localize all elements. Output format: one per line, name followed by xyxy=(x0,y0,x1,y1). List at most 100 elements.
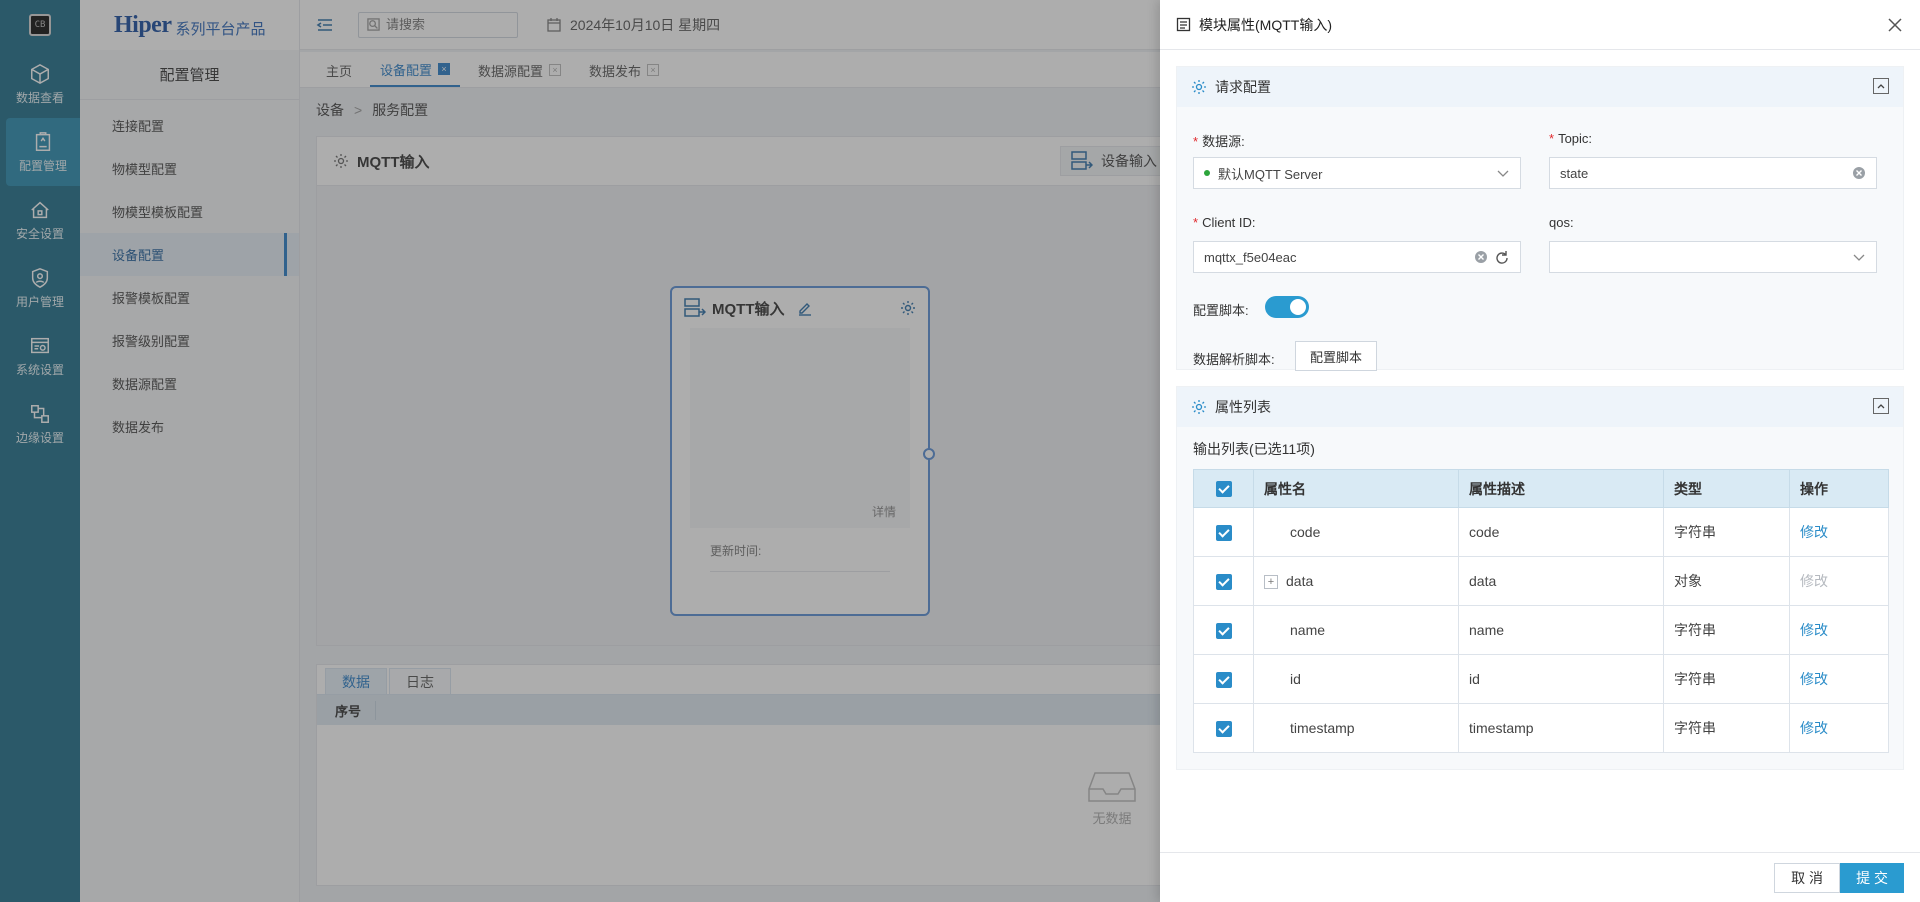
row-checkbox[interactable] xyxy=(1215,671,1232,688)
refresh-icon[interactable] xyxy=(1494,250,1510,266)
qos-select[interactable] xyxy=(1549,241,1877,273)
client-id-input[interactable]: mqttx_f5e04eac xyxy=(1193,241,1521,273)
attr-desc-cell: id xyxy=(1458,654,1664,704)
edit-link[interactable]: 修改 xyxy=(1800,524,1828,540)
attr-type-cell: 字符串 xyxy=(1663,703,1790,753)
attr-name-cell: code xyxy=(1253,507,1459,557)
action-cell: 修改 xyxy=(1789,507,1889,557)
clear-icon[interactable] xyxy=(1852,166,1866,180)
submit-button[interactable]: 提 交 xyxy=(1840,863,1904,893)
datasource-label: * 数据源: xyxy=(1193,131,1245,150)
gear-icon xyxy=(1192,80,1206,94)
cancel-button[interactable]: 取 消 xyxy=(1774,863,1840,893)
card-header: 属性列表 xyxy=(1177,387,1903,427)
action-cell: 修改 xyxy=(1789,556,1889,606)
drawer-title: 模块属性(MQTT输入) xyxy=(1199,16,1332,33)
datasource-value: 默认MQTT Server xyxy=(1218,166,1323,182)
drawer-header: 模块属性(MQTT输入) xyxy=(1160,0,1920,50)
required-mark: * xyxy=(1193,134,1199,149)
attr-name-cell: id xyxy=(1253,654,1459,704)
expand-icon[interactable]: + xyxy=(1264,575,1278,590)
row-select-cell xyxy=(1193,654,1254,704)
attr-name-cell: name xyxy=(1253,605,1459,655)
row-select-cell xyxy=(1193,556,1254,606)
card-title: 请求配置 xyxy=(1215,79,1271,95)
attr-desc-cell: code xyxy=(1458,507,1664,557)
modal-overlay[interactable] xyxy=(0,0,1160,902)
gear-icon xyxy=(1192,400,1206,414)
datasource-select[interactable]: 默认MQTT Server xyxy=(1193,157,1521,189)
card-title: 属性列表 xyxy=(1215,399,1271,415)
attr-name-cell: timestamp xyxy=(1253,703,1459,753)
row-select-cell xyxy=(1193,507,1254,557)
select-all-checkbox[interactable] xyxy=(1215,481,1232,498)
qos-label: qos: xyxy=(1549,215,1574,230)
chevron-down-icon xyxy=(1497,170,1509,177)
output-list: 输出列表(已选11项) 属性名 属性描述 类型 操作 code code 字符串… xyxy=(1177,427,1903,769)
label-text: Topic: xyxy=(1558,131,1593,146)
action-cell: 修改 xyxy=(1789,605,1889,655)
chevron-up-icon xyxy=(1877,404,1885,409)
request-config-form: * 数据源: 默认MQTT Server * Topic: state * Clien… xyxy=(1177,107,1903,371)
collapse-button[interactable] xyxy=(1873,78,1889,94)
drawer-footer: 取 消 提 交 xyxy=(1160,852,1920,902)
table-row: + data data 对象 修改 xyxy=(1193,556,1889,606)
topic-input[interactable]: state xyxy=(1549,157,1877,189)
client-id-value: mqttx_f5e04eac xyxy=(1204,249,1297,265)
table-header-row: 属性名 属性描述 类型 操作 xyxy=(1193,469,1889,508)
chevron-up-icon xyxy=(1877,84,1885,89)
parse-script-label: 数据解析脚本: xyxy=(1193,352,1275,367)
edit-link[interactable]: 修改 xyxy=(1800,720,1828,736)
action-cell: 修改 xyxy=(1789,654,1889,704)
module-properties-drawer: 模块属性(MQTT输入) 请求配置 * 数据源: 默认MQTT Server * T… xyxy=(1160,0,1920,902)
attr-desc-cell: timestamp xyxy=(1458,703,1664,753)
edit-link-disabled: 修改 xyxy=(1800,573,1828,589)
table-row: code code 字符串 修改 xyxy=(1193,507,1889,557)
attribute-table: 属性名 属性描述 类型 操作 code code 字符串 修改 + data d… xyxy=(1193,469,1889,753)
row-select-cell xyxy=(1193,605,1254,655)
configure-script-button[interactable]: 配置脚本 xyxy=(1295,341,1378,371)
column-header-select xyxy=(1193,469,1254,508)
column-header-description: 属性描述 xyxy=(1458,469,1664,508)
collapse-button[interactable] xyxy=(1873,398,1889,414)
clear-icon[interactable] xyxy=(1474,250,1488,264)
document-icon xyxy=(1176,17,1191,32)
row-checkbox[interactable] xyxy=(1215,622,1232,639)
required-mark: * xyxy=(1193,215,1199,230)
topic-label: * Topic: xyxy=(1549,131,1592,146)
attr-type-cell: 字符串 xyxy=(1663,507,1790,557)
table-row: timestamp timestamp 字符串 修改 xyxy=(1193,703,1889,753)
topic-value: state xyxy=(1560,165,1589,181)
attr-name-cell: + data xyxy=(1253,556,1459,606)
attr-type-cell: 字符串 xyxy=(1663,654,1790,704)
script-toggle-label: 配置脚本: xyxy=(1193,303,1249,318)
chevron-down-icon xyxy=(1853,254,1865,261)
column-header-type: 类型 xyxy=(1663,469,1790,508)
client-id-label: * Client ID: xyxy=(1193,215,1256,230)
table-row: id id 字符串 修改 xyxy=(1193,654,1889,704)
row-checkbox[interactable] xyxy=(1215,573,1232,590)
status-dot xyxy=(1204,170,1210,176)
close-icon[interactable] xyxy=(1886,16,1904,34)
row-checkbox[interactable] xyxy=(1215,524,1232,541)
attr-type-cell: 字符串 xyxy=(1663,605,1790,655)
required-mark: * xyxy=(1549,131,1555,146)
action-cell: 修改 xyxy=(1789,703,1889,753)
row-checkbox[interactable] xyxy=(1215,720,1232,737)
card-header: 请求配置 xyxy=(1177,67,1903,107)
attr-name: data xyxy=(1286,572,1314,589)
label-text: Client ID: xyxy=(1202,215,1256,230)
drawer-body: 请求配置 * 数据源: 默认MQTT Server * Topic: state *… xyxy=(1160,50,1920,852)
attr-desc-cell: name xyxy=(1458,605,1664,655)
edit-link[interactable]: 修改 xyxy=(1800,671,1828,687)
table-row: name name 字符串 修改 xyxy=(1193,605,1889,655)
edit-link[interactable]: 修改 xyxy=(1800,622,1828,638)
request-config-card: 请求配置 * 数据源: 默认MQTT Server * Topic: state *… xyxy=(1176,66,1904,371)
output-list-title: 输出列表(已选11项) xyxy=(1193,441,1315,457)
attr-type-cell: 对象 xyxy=(1663,556,1790,606)
attribute-list-card: 属性列表 输出列表(已选11项) 属性名 属性描述 类型 操作 code cod… xyxy=(1176,386,1904,770)
label-text: 数据源: xyxy=(1202,134,1245,149)
script-toggle[interactable] xyxy=(1265,296,1309,318)
column-header-name: 属性名 xyxy=(1253,469,1459,508)
attr-desc-cell: data xyxy=(1458,556,1664,606)
